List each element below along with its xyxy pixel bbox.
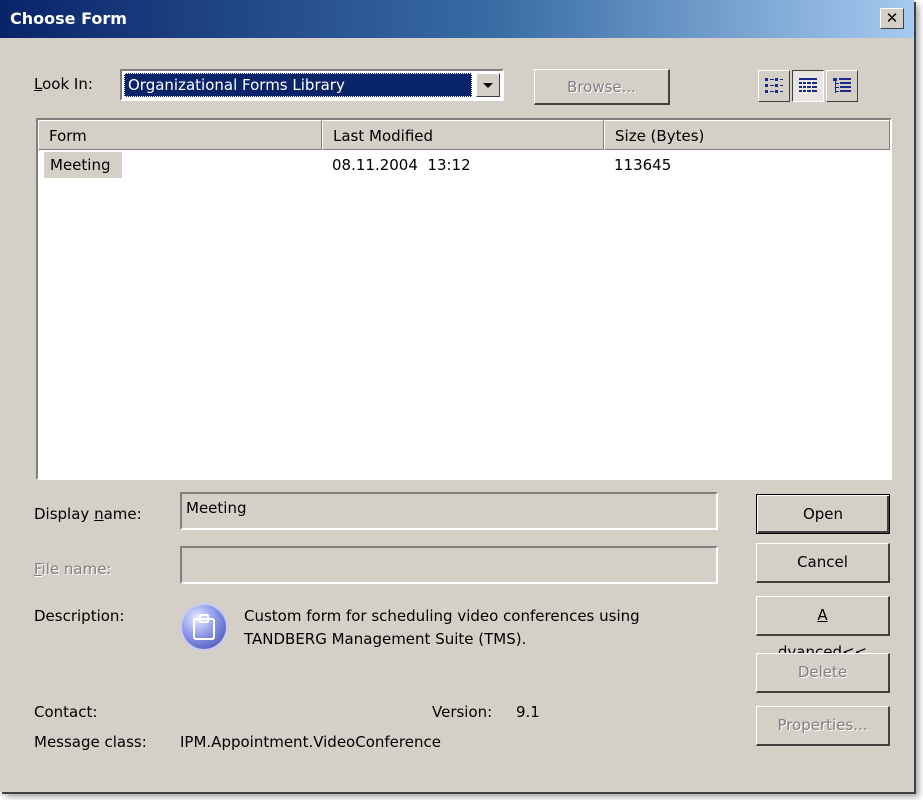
open-label: Open — [802, 505, 844, 523]
browse-button[interactable]: Browse... — [534, 69, 670, 105]
cancel-button[interactable]: Cancel — [756, 543, 890, 583]
close-icon: ✕ — [885, 9, 899, 27]
close-button[interactable]: ✕ — [880, 8, 904, 29]
tree-view-button[interactable] — [826, 70, 858, 102]
file-name-label: File name: — [34, 560, 111, 578]
tree-view-icon — [833, 78, 851, 93]
chevron-down-icon[interactable] — [476, 73, 500, 97]
display-name-label: Display name: — [34, 505, 142, 523]
clipboard-icon — [193, 614, 215, 640]
table-row[interactable]: Meeting 08.11.2004 13:12 113645 — [38, 152, 890, 178]
browse-label: Browse... — [567, 78, 636, 96]
delete-button[interactable]: Delete — [756, 653, 890, 693]
version-label: Version: — [432, 703, 493, 721]
look-in-label-rest: ook In: — [42, 75, 93, 93]
file-name-accel: F — [34, 560, 42, 578]
properties-label: Properties... — [777, 716, 868, 734]
list-view-button[interactable] — [758, 70, 790, 102]
column-header-last-modified[interactable]: Last Modified — [322, 120, 604, 150]
message-class-label: Message class: — [34, 733, 147, 751]
look-in-accel: L — [34, 75, 43, 93]
column-header-size[interactable]: Size (Bytes) — [604, 120, 890, 150]
details-view-icon — [799, 78, 817, 94]
choose-form-dialog: Choose Form ✕ Look In: Organizational Fo… — [0, 0, 914, 792]
display-name-field: Meeting — [180, 492, 718, 530]
description-line-1: Custom form for scheduling video confere… — [244, 607, 640, 625]
delete-label: Delete — [797, 663, 848, 681]
file-name-field — [180, 546, 718, 584]
look-in-dropdown[interactable]: Organizational Forms Library — [120, 69, 504, 101]
advanced-button[interactable]: Advanced<< — [756, 596, 890, 661]
cell-modified: 08.11.2004 13:12 — [332, 156, 471, 174]
forms-list[interactable]: Form Last Modified Size (Bytes) Meeting … — [36, 118, 892, 480]
window-title: Choose Form — [10, 9, 127, 28]
column-header-form[interactable]: Form — [38, 120, 322, 150]
list-header: Form Last Modified Size (Bytes) — [38, 120, 890, 150]
list-view-icon — [765, 78, 783, 93]
look-in-label: Look In: — [34, 75, 93, 93]
version-value: 9.1 — [516, 703, 540, 721]
description-label: Description: — [34, 607, 125, 625]
description-line-2: TANDBERG Management Suite (TMS). — [244, 630, 527, 648]
advanced-accel: A — [817, 606, 828, 624]
form-icon — [182, 605, 226, 649]
cell-form[interactable]: Meeting — [44, 152, 123, 178]
properties-button[interactable]: Properties... — [756, 706, 890, 746]
cell-size: 113645 — [614, 156, 672, 174]
display-name-accel: n — [94, 505, 104, 523]
contact-label: Contact: — [34, 703, 98, 721]
display-name-label-before: Display — [34, 505, 95, 523]
open-button[interactable]: Open — [756, 494, 890, 534]
display-name-label-after: ame: — [103, 505, 142, 523]
look-in-value: Organizational Forms Library — [124, 73, 472, 97]
cancel-label: Cancel — [797, 553, 848, 571]
details-view-button[interactable] — [792, 70, 824, 102]
display-name-value: Meeting — [186, 499, 247, 517]
message-class-value: IPM.Appointment.VideoConference — [180, 733, 441, 751]
file-name-label-rest: ile name: — [41, 560, 112, 578]
title-bar[interactable]: Choose Form ✕ — [0, 0, 914, 38]
